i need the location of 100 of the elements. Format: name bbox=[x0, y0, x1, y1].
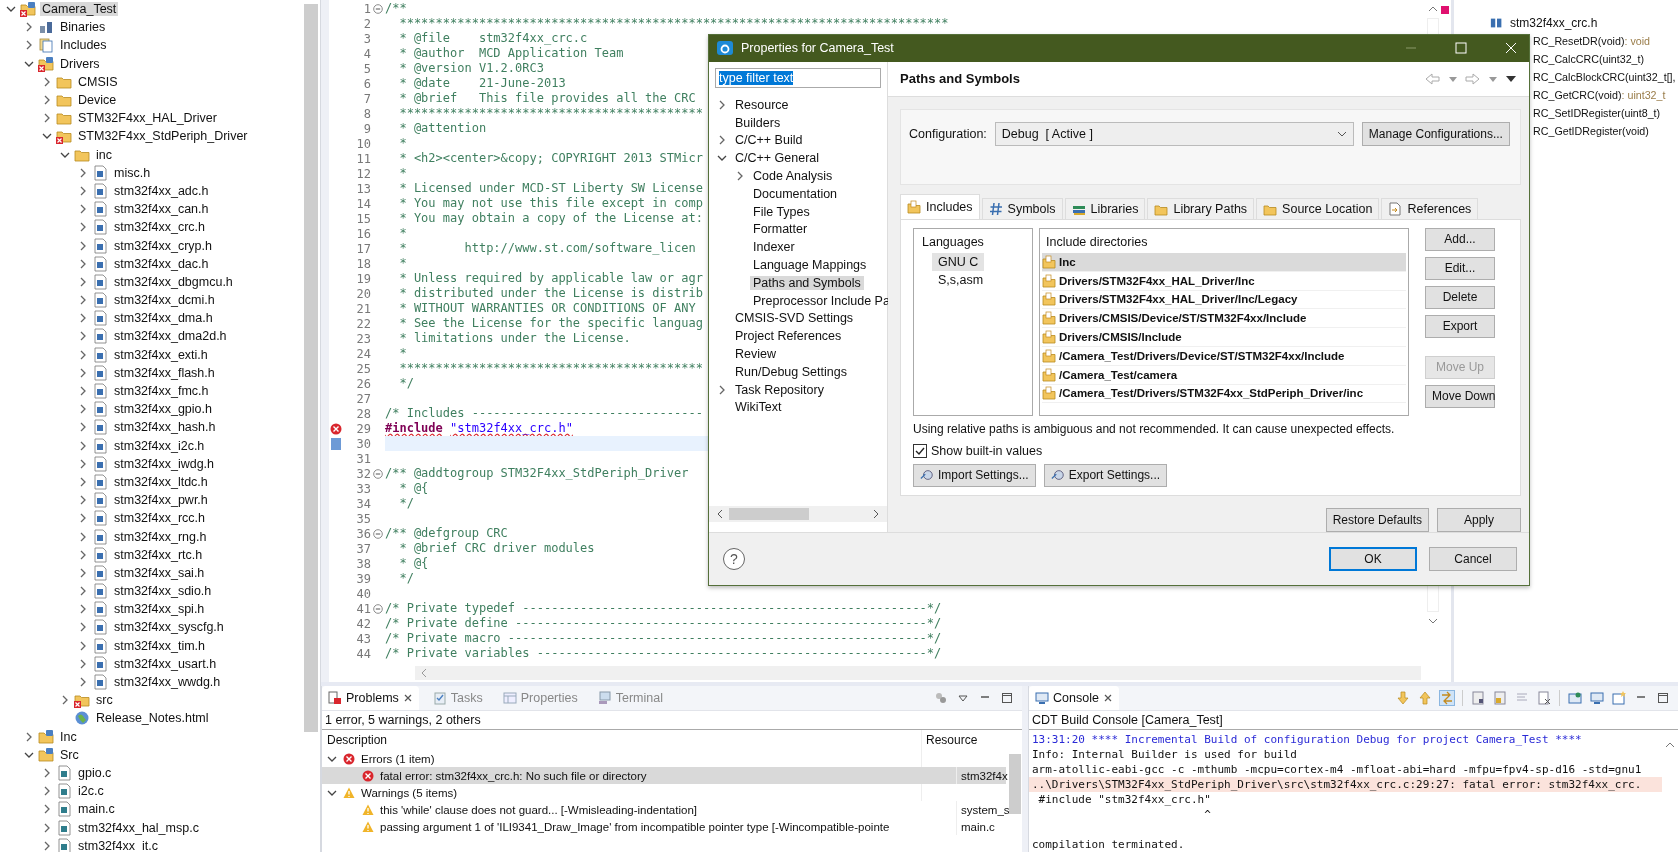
scroll-down-icon[interactable] bbox=[1428, 616, 1438, 626]
help-button[interactable]: ? bbox=[723, 547, 745, 570]
chevron-right-icon[interactable] bbox=[78, 404, 88, 415]
chevron-right-icon[interactable] bbox=[78, 204, 88, 215]
scrollbar[interactable] bbox=[304, 4, 318, 732]
tree-item[interactable]: stm32f4xx_syscfg.h bbox=[0, 618, 302, 637]
tree-item[interactable]: main.c bbox=[0, 800, 302, 819]
tree-item[interactable]: stm32f4xx_dcmi.h bbox=[0, 291, 302, 310]
configuration-dropdown[interactable]: Debug [ Active ] bbox=[994, 121, 1354, 146]
nav-item[interactable]: CMSIS-SVD Settings bbox=[735, 311, 854, 326]
nav-item[interactable]: Language Mappings bbox=[753, 258, 867, 272]
nav-item[interactable]: WikiText bbox=[735, 400, 782, 415]
nav-item[interactable]: Formatter bbox=[753, 222, 808, 237]
tree-item[interactable]: stm32f4xx_dbgmcu.h bbox=[0, 272, 302, 291]
include-directory-item[interactable]: Drivers/CMSIS/Device/ST/STM32F4xx/Include bbox=[1042, 309, 1406, 329]
scrollbar[interactable] bbox=[1009, 754, 1021, 814]
fold-icon[interactable] bbox=[373, 468, 383, 479]
scroll-right-icon[interactable] bbox=[871, 508, 881, 519]
chevron-right-icon[interactable] bbox=[42, 113, 52, 124]
tree-item[interactable]: Camera_Test bbox=[0, 0, 302, 19]
outline-file[interactable]: stm32f4xx_crc.h bbox=[1510, 16, 1598, 30]
close-icon[interactable] bbox=[1102, 693, 1113, 703]
chevron-right-icon[interactable] bbox=[78, 331, 88, 342]
chevron-right-icon[interactable] bbox=[78, 622, 88, 633]
chevron-right-icon[interactable] bbox=[42, 822, 52, 833]
tree-item[interactable]: CMSIS bbox=[0, 72, 302, 91]
column-header[interactable]: Resource bbox=[922, 730, 1006, 750]
tree-item[interactable]: stm32f4xx_can.h bbox=[0, 200, 302, 219]
dialog-button[interactable]: OK bbox=[1329, 546, 1417, 571]
tree-item[interactable]: stm32f4xx_sdio.h bbox=[0, 582, 302, 601]
tree-item[interactable]: src bbox=[0, 691, 302, 710]
chevron-right-icon[interactable] bbox=[78, 386, 88, 397]
chevron-right-icon[interactable] bbox=[60, 695, 70, 706]
include-directory-item[interactable]: /Camera_Test/Drivers/STM32F4xx_StdPeriph_Driver/inc bbox=[1042, 384, 1406, 404]
chevron-right-icon[interactable] bbox=[717, 99, 727, 110]
scrollbar[interactable] bbox=[709, 505, 887, 522]
tree-item[interactable]: i2c.c bbox=[0, 782, 302, 801]
nav-item[interactable]: Project References bbox=[735, 329, 842, 344]
maximize-icon[interactable] bbox=[1656, 691, 1670, 705]
pin-icon[interactable] bbox=[1568, 691, 1582, 705]
checkbox-label[interactable]: Show built-in values bbox=[931, 443, 1043, 458]
chevron-right-icon[interactable] bbox=[78, 677, 88, 688]
tree-item[interactable]: stm32f4xx_flash.h bbox=[0, 363, 302, 382]
nav-item[interactable]: Run/Debug Settings bbox=[735, 364, 847, 379]
tree-item[interactable]: stm32f4xx_exti.h bbox=[0, 345, 302, 364]
nav-item[interactable]: Paths and Symbols bbox=[750, 275, 864, 290]
language-item[interactable]: GNU C bbox=[932, 252, 985, 271]
tab[interactable]: Symbols bbox=[981, 197, 1063, 219]
include-directory-item[interactable]: Inc bbox=[1042, 252, 1406, 272]
nav-item[interactable]: C/C++ General bbox=[735, 151, 820, 166]
tree-item[interactable]: Includes bbox=[0, 36, 302, 55]
chevron-right-icon[interactable] bbox=[78, 295, 88, 306]
tree-item[interactable]: stm32f4xx_ltdc.h bbox=[0, 472, 302, 492]
tab[interactable]: Includes bbox=[900, 193, 980, 219]
nav-item[interactable]: Builders bbox=[735, 115, 781, 130]
chevron-right-icon[interactable] bbox=[735, 171, 745, 181]
tree-item[interactable]: inc bbox=[0, 145, 302, 164]
nav-item[interactable]: Indexer bbox=[753, 240, 795, 255]
tree-item[interactable]: Inc bbox=[0, 727, 302, 746]
problem-row[interactable]: fatal error: stm32f4xx_crc.h: No such file or directory stm32f4x bbox=[322, 767, 1006, 784]
view-tab[interactable]: Console bbox=[1029, 686, 1119, 710]
tree-item[interactable]: stm32f4xx_spi.h bbox=[0, 600, 302, 619]
view-tab[interactable]: Problems bbox=[322, 686, 419, 710]
language-item[interactable]: S,s,asm bbox=[932, 270, 990, 289]
tab[interactable]: Libraries bbox=[1064, 197, 1146, 219]
checkbox[interactable] bbox=[913, 443, 927, 458]
fold-icon[interactable] bbox=[373, 528, 383, 539]
tree-item[interactable]: STM32F4xx_StdPeriph_Driver bbox=[0, 127, 302, 146]
tree-item[interactable]: stm32f4xx_hash.h bbox=[0, 418, 302, 437]
tree-item[interactable]: gpio.c bbox=[0, 763, 302, 783]
chevron-right-icon[interactable] bbox=[78, 258, 88, 269]
tree-item[interactable]: stm32f4xx_pwr.h bbox=[0, 491, 302, 510]
fold-icon[interactable] bbox=[373, 3, 383, 14]
scroll-lock-icon[interactable] bbox=[1471, 691, 1485, 705]
list-action-button[interactable]: Delete bbox=[1425, 285, 1495, 309]
chevron-right-icon[interactable] bbox=[78, 222, 88, 233]
settings-button[interactable]: Import Settings... bbox=[913, 463, 1036, 487]
tree-item[interactable]: stm32f4xx_dac.h bbox=[0, 254, 302, 273]
tree-item[interactable]: stm32f4xx_gpio.h bbox=[0, 400, 302, 419]
tree-item[interactable]: Release_Notes.html bbox=[0, 709, 302, 728]
settings-button[interactable]: Export Settings... bbox=[1043, 463, 1168, 487]
list-action-button[interactable]: Add... bbox=[1425, 227, 1495, 251]
page-button[interactable]: Apply bbox=[1437, 507, 1521, 532]
chevron-right-icon[interactable] bbox=[42, 840, 52, 851]
nav-item[interactable]: Resource bbox=[735, 97, 789, 112]
error-marker[interactable] bbox=[1441, 6, 1449, 14]
chevron-right-icon[interactable] bbox=[24, 731, 34, 742]
filter-icon[interactable] bbox=[934, 691, 948, 705]
scroll-left-icon[interactable] bbox=[715, 508, 725, 519]
include-directory-item[interactable]: Drivers/STM32F4xx_HAL_Driver/Inc/Legacy bbox=[1042, 290, 1406, 310]
tree-item[interactable]: Binaries bbox=[0, 18, 302, 37]
chevron-right-icon[interactable] bbox=[78, 513, 88, 524]
chevron-right-icon[interactable] bbox=[78, 604, 88, 615]
chevron-right-icon[interactable] bbox=[42, 95, 52, 106]
manage-configurations-button[interactable]: Manage Configurations... bbox=[1361, 121, 1510, 146]
include-directory-item[interactable]: Drivers/STM32F4xx_HAL_Driver/Inc bbox=[1042, 271, 1406, 291]
scroll-up-icon[interactable] bbox=[1428, 4, 1438, 14]
chevron-right-icon[interactable] bbox=[78, 476, 88, 487]
tree-item[interactable]: stm32f4xx_cryp.h bbox=[0, 236, 302, 255]
fold-icon[interactable] bbox=[373, 603, 383, 614]
